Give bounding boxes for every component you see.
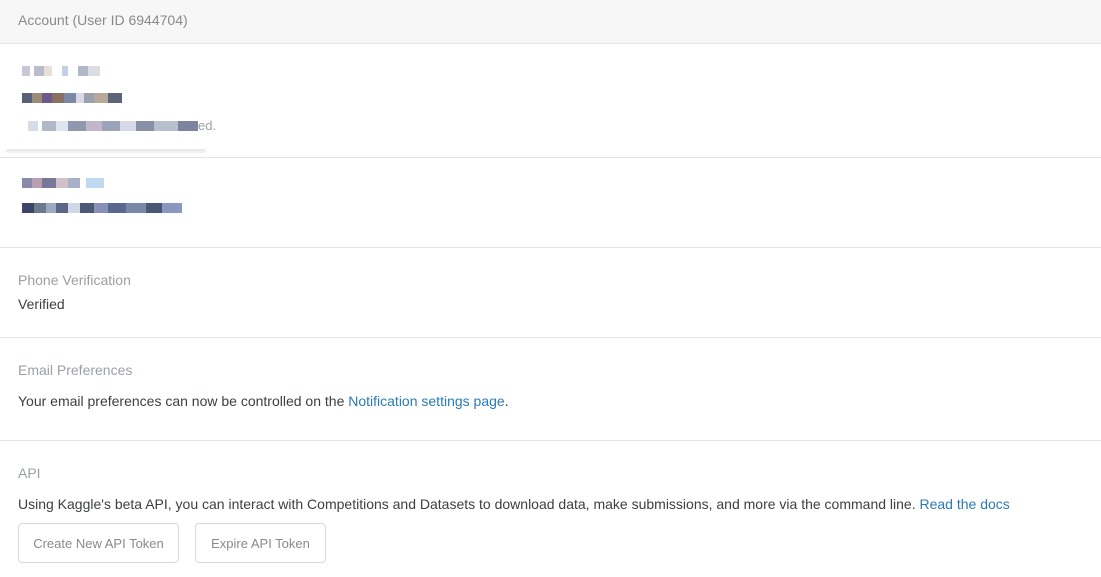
api-description: Using Kaggle's beta API, you can interac… <box>18 496 920 512</box>
notification-settings-link[interactable]: Notification settings page <box>348 393 504 409</box>
email-preferences-tail: . <box>504 393 509 409</box>
api-description-line: Using Kaggle's beta API, you can interac… <box>18 496 1010 512</box>
read-the-docs-link[interactable]: Read the docs <box>920 496 1010 512</box>
create-api-token-button[interactable]: Create New API Token <box>18 523 179 563</box>
redacted-name-value <box>22 93 122 103</box>
redacted-name-label <box>22 66 100 76</box>
email-preferences-description: Your email preferences can now be contro… <box>18 393 349 409</box>
account-header: Account (User ID 6944704) <box>0 0 1101 44</box>
section-divider <box>0 247 1101 248</box>
api-label: API <box>18 465 41 481</box>
email-preferences-label: Email Preferences <box>18 362 133 378</box>
redacted-email-value <box>22 203 182 213</box>
section-divider <box>0 440 1101 441</box>
section-divider <box>0 337 1101 338</box>
phone-verification-status: Verified <box>18 296 65 312</box>
account-settings-page: Account (User ID 6944704) ed. Phone Veri… <box>0 0 1101 577</box>
overlay-shadow <box>6 149 206 153</box>
redacted-email-label <box>22 178 104 188</box>
section-divider <box>0 157 1101 158</box>
expire-api-token-button[interactable]: Expire API Token <box>195 523 326 563</box>
redacted-description <box>28 121 198 131</box>
description-suffix: ed. <box>198 118 217 133</box>
phone-verification-label: Phone Verification <box>18 272 131 288</box>
email-preferences-text: Your email preferences can now be contro… <box>18 393 509 409</box>
account-title: Account (User ID 6944704) <box>18 12 188 28</box>
